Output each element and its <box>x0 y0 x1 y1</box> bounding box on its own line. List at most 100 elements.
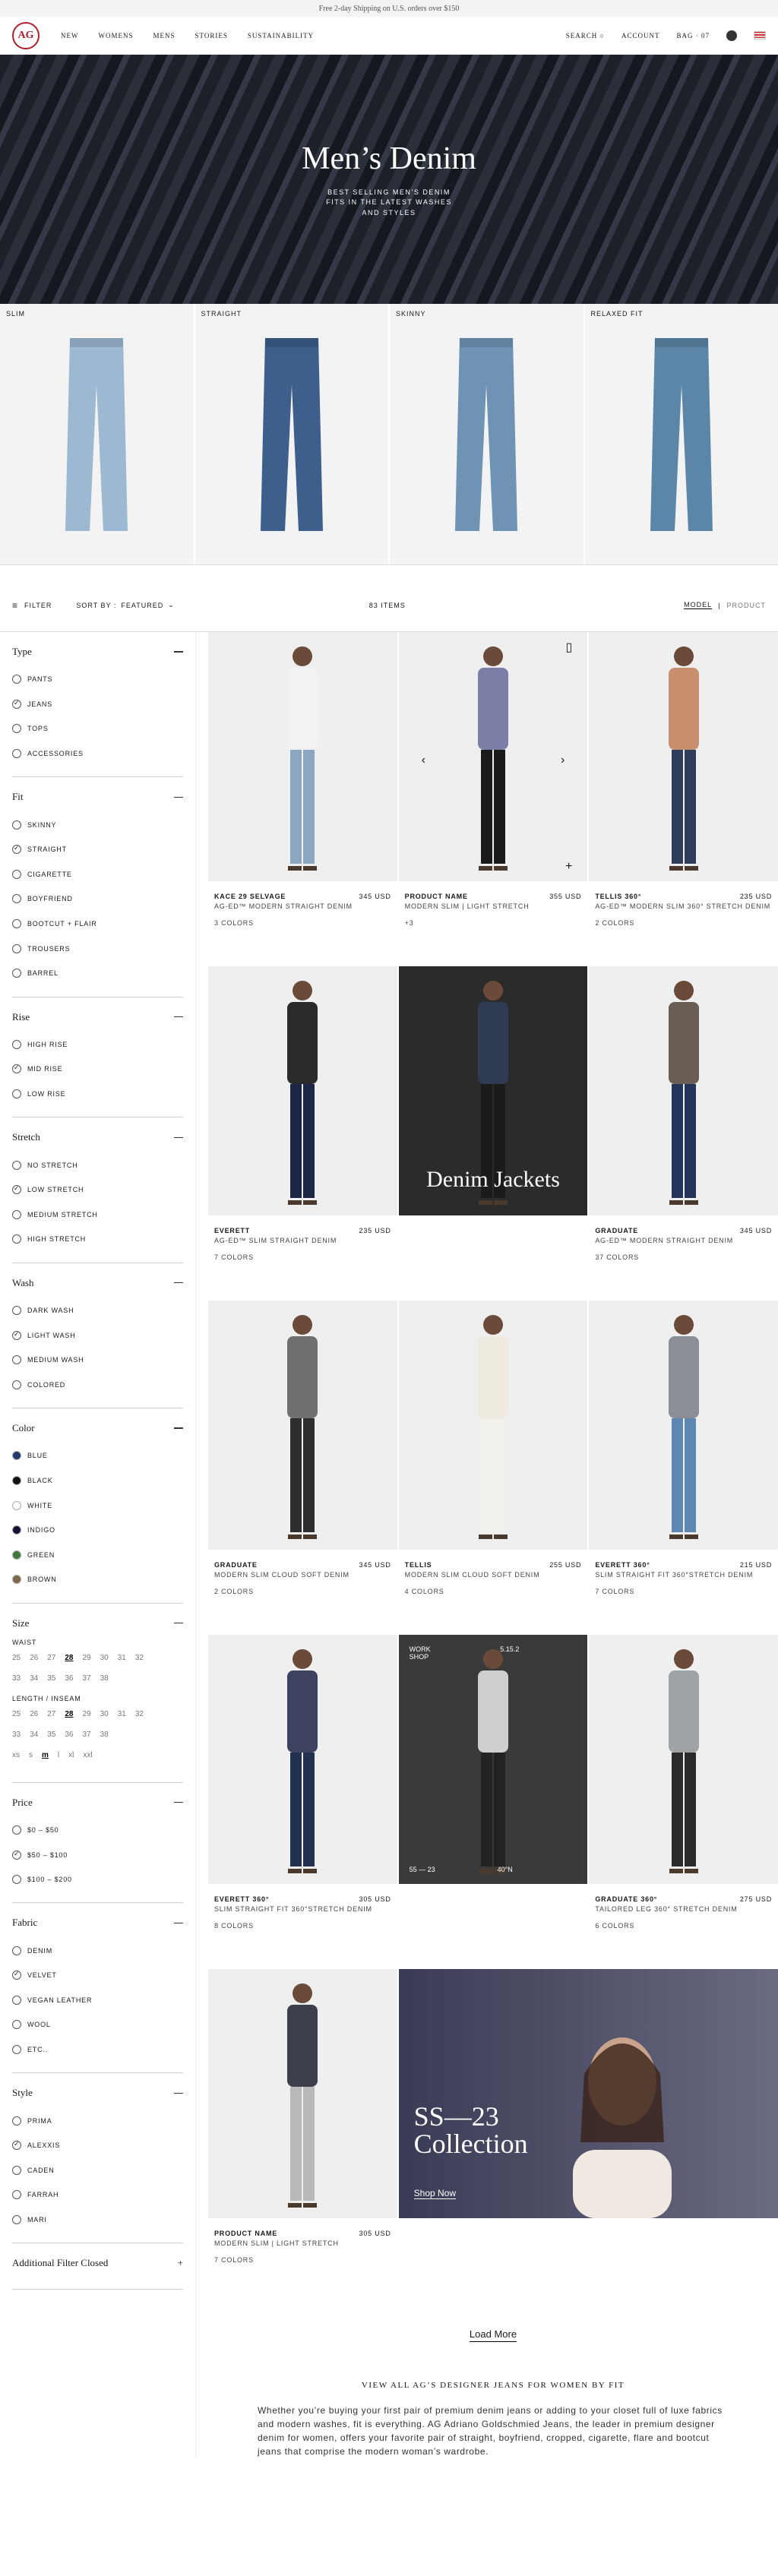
collapse-minus-icon[interactable] <box>174 1801 183 1803</box>
checkbox[interactable] <box>12 2140 21 2151</box>
product-card[interactable]: GRADUATE 345 USD AG-ED™ MODERN STRAIGHT D… <box>589 966 778 1299</box>
filter-option[interactable]: PANTS <box>12 667 183 692</box>
color-swatch[interactable] <box>12 1475 21 1485</box>
filter-option[interactable]: NO STRETCH <box>12 1152 183 1177</box>
filter-option[interactable]: VEGAN LEATHER <box>12 1988 183 2013</box>
filter-option[interactable]: GREEN <box>12 1542 183 1567</box>
filter-option[interactable]: LOW STRETCH <box>12 1177 183 1203</box>
size-option[interactable]: 30 <box>100 1654 109 1662</box>
product-name[interactable]: TELLIS 360° <box>595 892 641 902</box>
checkbox[interactable] <box>12 1380 21 1389</box>
color-swatch[interactable] <box>12 1525 21 1535</box>
filter-option[interactable]: WOOL <box>12 2012 183 2037</box>
product-image[interactable] <box>398 1301 588 1550</box>
sort-select[interactable]: FEATURED <box>121 602 163 609</box>
search-link[interactable]: SEARCH ○ <box>566 32 605 40</box>
product-image[interactable] <box>589 966 778 1215</box>
filter-header-type[interactable]: Type <box>12 646 183 658</box>
filter-option[interactable]: $50 – $100 <box>12 1842 183 1867</box>
nav-womens[interactable]: WOMENS <box>99 32 134 40</box>
filter-option[interactable]: INDIGO <box>12 1518 183 1543</box>
product-card[interactable]: GRADUATE 345 USD MODERN SLIM CLOUD SOFT D… <box>208 1301 397 1633</box>
checkbox[interactable] <box>12 943 21 953</box>
collapse-minus-icon[interactable] <box>174 1922 183 1924</box>
checkbox[interactable] <box>12 820 21 830</box>
filter-option[interactable]: BLACK <box>12 1468 183 1493</box>
nav-sustainability[interactable]: SUSTAINABILITY <box>248 32 314 40</box>
brand-logo[interactable]: AG <box>12 21 40 49</box>
inseam-option[interactable]: 36 <box>65 1731 73 1739</box>
view-product-toggle[interactable]: PRODUCT <box>727 602 767 609</box>
chevron-left-icon[interactable]: ‹ <box>422 754 425 767</box>
checkbox[interactable] <box>12 1234 21 1244</box>
filter-header-wash[interactable]: Wash <box>12 1277 183 1289</box>
checkbox[interactable] <box>12 1850 21 1860</box>
size-option[interactable]: 34 <box>30 1674 38 1683</box>
inseam-option[interactable]: 28 <box>65 1710 73 1718</box>
size-option[interactable]: 28 <box>65 1654 73 1662</box>
filter-option[interactable]: DARK WASH <box>12 1298 183 1323</box>
collapse-minus-icon[interactable] <box>174 1427 183 1429</box>
product-card[interactable]: ‹ › ▯ + PRODUCT NAME 355 USD MODERN SLIM | L… <box>398 632 588 965</box>
expand-plus-icon[interactable]: + <box>178 2257 183 2269</box>
product-image[interactable] <box>208 632 397 881</box>
checkbox[interactable] <box>12 1160 21 1170</box>
collapse-minus-icon[interactable] <box>174 1282 183 1284</box>
filter-option[interactable]: STRAIGHT <box>12 837 183 862</box>
checkbox[interactable] <box>12 1184 21 1195</box>
product-name[interactable]: EVERETT <box>214 1226 250 1236</box>
checkbox[interactable] <box>12 675 21 684</box>
filter-option[interactable]: PRIMA <box>12 2108 183 2133</box>
checkbox[interactable] <box>12 1945 21 1955</box>
product-image[interactable] <box>208 1301 397 1550</box>
filter-option[interactable]: FARRAH <box>12 2182 183 2208</box>
filter-header-fit[interactable]: Fit <box>12 791 183 803</box>
filter-option[interactable]: ALEXXIS <box>12 2133 183 2158</box>
inseam-option[interactable]: 27 <box>47 1710 55 1718</box>
filter-toggle[interactable]: FILTER <box>24 602 52 609</box>
product-name[interactable]: TELLIS <box>405 1560 432 1570</box>
filter-option[interactable]: CIGARETTE <box>12 862 183 887</box>
product-name[interactable]: EVERETT 360° <box>214 1895 269 1904</box>
filter-option[interactable]: MARI <box>12 2208 183 2233</box>
category-tile[interactable]: STRAIGHT <box>194 304 388 564</box>
checkbox[interactable] <box>12 1355 21 1365</box>
add-icon[interactable]: + <box>565 860 572 874</box>
product-name[interactable]: PRODUCT NAME <box>405 892 468 902</box>
checkbox[interactable] <box>12 724 21 734</box>
filter-option[interactable]: JEANS <box>12 692 183 717</box>
filter-option[interactable]: TROUSERS <box>12 936 183 961</box>
color-swatch[interactable] <box>12 1500 21 1510</box>
bookmark-icon[interactable]: ▯ <box>566 640 573 655</box>
checkbox[interactable] <box>12 1875 21 1885</box>
filter-option[interactable]: BLUE <box>12 1443 183 1468</box>
filter-option[interactable]: TOPS <box>12 716 183 741</box>
collapse-minus-icon[interactable] <box>174 1136 183 1139</box>
letter-size-option[interactable]: m <box>42 1751 49 1759</box>
size-option[interactable]: 26 <box>30 1654 38 1662</box>
filter-option[interactable]: BOOTCUT + FLAIR <box>12 912 183 937</box>
letter-size-option[interactable]: xxl <box>83 1751 92 1759</box>
account-link[interactable]: ACCOUNT <box>621 32 660 40</box>
size-option[interactable]: 32 <box>135 1654 144 1662</box>
collapse-minus-icon[interactable] <box>174 651 183 653</box>
filter-icon[interactable]: ≡ <box>12 600 18 611</box>
product-card[interactable]: EVERETT 360° 305 USD SLIM STRAIGHT FIT 36… <box>208 1635 397 1968</box>
inseam-option[interactable]: 33 <box>12 1731 21 1739</box>
checkbox[interactable] <box>12 2020 21 2030</box>
letter-size-option[interactable]: xl <box>68 1751 74 1759</box>
checkbox[interactable] <box>12 1064 21 1074</box>
letter-size-option[interactable]: l <box>58 1751 59 1759</box>
filter-header-fabric[interactable]: Fabric <box>12 1917 183 1929</box>
collapse-minus-icon[interactable] <box>174 1016 183 1018</box>
view-model-toggle[interactable]: MODEL <box>684 601 713 609</box>
bag-link[interactable]: BAG · 07 <box>677 32 710 40</box>
us-flag-icon[interactable] <box>754 31 766 40</box>
inseam-option[interactable]: 34 <box>30 1731 38 1739</box>
filter-group-additional[interactable]: Additional Filter Closed + <box>12 2243 183 2290</box>
filter-option[interactable]: MEDIUM STRETCH <box>12 1203 183 1228</box>
checkbox[interactable] <box>12 2045 21 2055</box>
shop-now-link[interactable]: Shop Now <box>413 2188 457 2199</box>
product-name[interactable]: EVERETT 360° <box>595 1560 650 1570</box>
product-name[interactable]: GRADUATE 360° <box>595 1895 657 1904</box>
